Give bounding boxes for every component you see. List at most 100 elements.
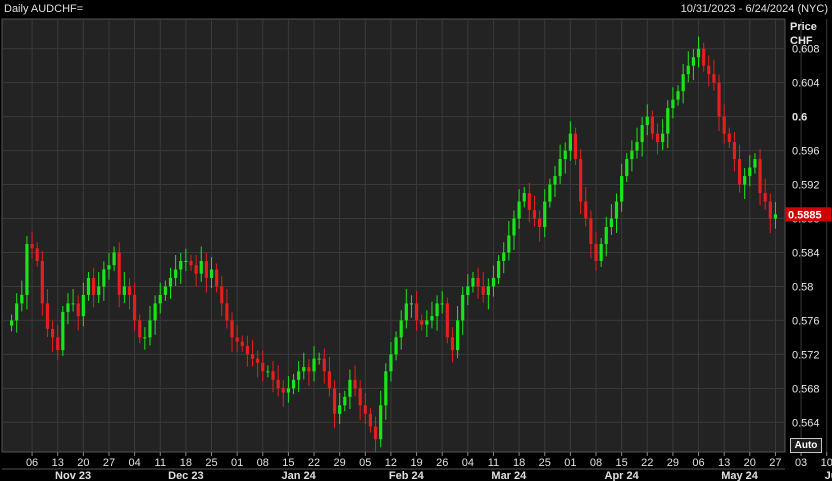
candle-body xyxy=(681,74,685,92)
candle-body xyxy=(312,358,316,372)
price-tick-label: 0.568 xyxy=(792,383,820,395)
candlestick-chart[interactable]: Price CHF 0.5640.5680.5720.5760.580.5840… xyxy=(0,0,832,481)
candle-body xyxy=(92,277,96,295)
candle-body xyxy=(507,235,511,253)
candle-body xyxy=(40,260,44,304)
candle-body xyxy=(179,260,183,270)
price-tick-label: 0.572 xyxy=(792,349,820,361)
day-tick-label: 06 xyxy=(26,457,38,469)
candle-body xyxy=(563,150,567,160)
candle-body xyxy=(394,337,398,355)
day-tick-label: 22 xyxy=(641,457,653,469)
candle-body xyxy=(553,176,557,185)
candle-body xyxy=(189,260,193,266)
candle-body xyxy=(650,116,654,134)
month-label: Mar 24 xyxy=(491,470,527,481)
auto-scale-button[interactable]: Auto xyxy=(790,438,822,453)
candle-body xyxy=(317,358,321,360)
candle-body xyxy=(532,210,537,219)
candle-body xyxy=(445,303,449,338)
candle-body xyxy=(302,367,306,372)
price-tick-label: 0.596 xyxy=(792,146,820,158)
candle-body xyxy=(61,311,65,351)
candle-body xyxy=(696,48,701,58)
candle-body xyxy=(281,388,285,393)
candle-body xyxy=(127,286,132,295)
candle-body xyxy=(122,286,126,295)
day-tick-label: 10 xyxy=(821,457,832,469)
candle-body xyxy=(215,269,219,287)
candle-body xyxy=(522,193,526,202)
candle-body xyxy=(240,341,244,346)
candle-body xyxy=(204,260,208,278)
candle-body xyxy=(25,243,29,295)
candle-body xyxy=(609,218,613,228)
candle-body xyxy=(56,337,60,351)
candle-body xyxy=(399,320,403,338)
candle-body xyxy=(373,426,378,440)
candle-body xyxy=(461,294,465,321)
price-tick-label: 0.608 xyxy=(792,44,820,56)
candle-body xyxy=(599,243,603,261)
day-tick-label: 15 xyxy=(282,457,294,469)
candle-body xyxy=(379,405,383,440)
candle-body xyxy=(527,193,531,211)
month-label: Nov 23 xyxy=(55,470,91,481)
candle-body xyxy=(584,201,588,219)
candle-body xyxy=(230,320,234,338)
candle-body xyxy=(594,243,598,261)
month-label: Apr 24 xyxy=(605,470,640,481)
day-tick-label: 11 xyxy=(488,457,499,469)
price-tick-label: 0.58 xyxy=(792,281,813,293)
candle-body xyxy=(256,358,260,363)
price-tick-label: 0.592 xyxy=(792,180,820,192)
price-axis-title: Price xyxy=(790,21,817,33)
day-tick-label: 29 xyxy=(667,457,679,469)
day-tick-label: 12 xyxy=(385,457,397,469)
candle-body xyxy=(322,358,326,372)
day-tick-label: 03 xyxy=(795,457,807,469)
candle-body xyxy=(497,260,501,278)
day-tick-label: 27 xyxy=(769,457,781,469)
candle-body xyxy=(568,133,572,151)
candle-body xyxy=(384,371,388,406)
candle-body xyxy=(548,184,552,202)
candle-body xyxy=(343,396,347,406)
candle-body xyxy=(635,142,639,151)
candle-body xyxy=(338,405,342,414)
candle-body xyxy=(20,294,24,304)
candle-body xyxy=(702,48,706,66)
candle-body xyxy=(327,371,332,389)
day-tick-label: 05 xyxy=(359,457,371,469)
plot-area xyxy=(1,18,786,453)
candle-body xyxy=(671,99,675,109)
candle-body xyxy=(368,413,373,427)
candle-body xyxy=(250,354,255,359)
candle-body xyxy=(655,133,660,143)
candle-body xyxy=(435,303,439,317)
candle-body xyxy=(773,214,778,219)
day-tick-label: 25 xyxy=(205,457,217,469)
candle-body xyxy=(163,286,167,295)
candle-body xyxy=(107,265,111,270)
candle-body xyxy=(743,176,747,185)
candle-body xyxy=(404,303,408,321)
price-tick-label: 0.584 xyxy=(792,247,820,259)
candle-body xyxy=(174,269,178,278)
candle-body xyxy=(466,286,470,295)
candle-body xyxy=(297,371,301,380)
candle-body xyxy=(184,260,188,262)
candle-body xyxy=(625,159,629,177)
candle-body xyxy=(712,74,716,83)
candle-body xyxy=(579,159,583,202)
candle-body xyxy=(717,82,721,117)
candle-body xyxy=(143,337,147,339)
candle-body xyxy=(758,159,762,194)
candle-body xyxy=(686,65,690,75)
day-tick-label: 04 xyxy=(128,457,140,469)
day-tick-label: 18 xyxy=(180,457,192,469)
candle-body xyxy=(481,286,485,295)
last-price-marker: 0.5885 xyxy=(785,207,831,222)
month-label: Feb 24 xyxy=(389,470,425,481)
month-label: Jun 24 xyxy=(825,470,832,481)
